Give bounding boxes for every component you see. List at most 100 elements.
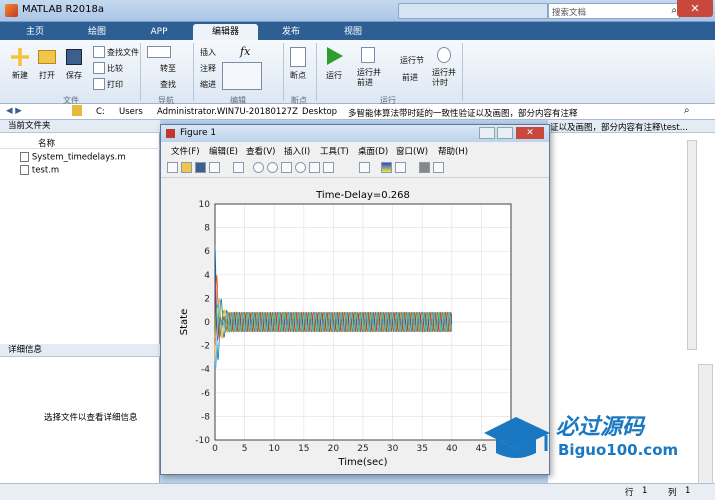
zoom-in-icon[interactable]	[253, 162, 264, 173]
rotate-icon[interactable]	[295, 162, 306, 173]
print-button[interactable]: 打印	[107, 79, 123, 90]
x-tick-label: 20	[328, 444, 340, 454]
graduation-cap-logo	[484, 417, 550, 458]
pointer-icon[interactable]	[233, 162, 244, 173]
list-item[interactable]: test.m	[20, 165, 59, 176]
run-advance-icon[interactable]	[361, 47, 375, 63]
save-icon[interactable]	[66, 49, 82, 65]
menu-help[interactable]: 帮助(H)	[438, 145, 468, 157]
status-bar: 行 1 列 1	[0, 483, 715, 500]
scrollbar[interactable]	[687, 140, 697, 350]
watermark-brand: 必过源码	[556, 415, 645, 440]
figure-maximize-button[interactable]	[497, 127, 513, 139]
data-cursor-icon[interactable]	[309, 162, 320, 173]
chart-title: Time-Delay=0.268	[315, 190, 410, 201]
run-section-button[interactable]: 运行节	[400, 55, 424, 66]
watermark-url: Biguo100.com	[558, 441, 679, 459]
editor-path-text: 证以及画图，部分内容有注释\test...	[550, 123, 688, 133]
find-files-button[interactable]: 查找文件	[107, 47, 139, 58]
main-titlebar: MATLAB R2018a 搜索文档 ⌕ ✕	[0, 0, 715, 22]
y-tick-label: 10	[199, 200, 211, 210]
menu-edit[interactable]: 编辑(E)	[209, 145, 238, 157]
menu-file[interactable]: 文件(F)	[171, 145, 200, 157]
legend-icon[interactable]	[395, 162, 406, 173]
insert-button[interactable]: 插入	[200, 47, 216, 58]
x-tick-label: 10	[268, 444, 280, 454]
run-time-button[interactable]: 运行并 计时	[432, 68, 456, 88]
indent-button[interactable]: 缩进	[200, 79, 216, 90]
new-figure-icon[interactable]	[167, 162, 178, 173]
fx-button[interactable]: fx	[240, 45, 250, 58]
find-button[interactable]: 查找	[160, 79, 176, 90]
compare-icon	[93, 62, 105, 74]
open-button[interactable]: 打开	[39, 70, 55, 81]
tab-editor[interactable]: 编辑器	[193, 24, 258, 40]
x-tick-label: 0	[212, 444, 218, 454]
x-tick-label: 30	[387, 444, 399, 454]
path-segment[interactable]: C:	[96, 107, 105, 117]
tab-plots[interactable]: 绘图	[68, 24, 126, 40]
column-name[interactable]: 名称	[38, 137, 55, 149]
find-files-icon	[93, 46, 105, 58]
save-button[interactable]: 保存	[66, 70, 82, 81]
nav-arrows-icon[interactable]: ◀ ▶	[6, 106, 22, 116]
y-tick-label: -4	[201, 365, 210, 375]
maximize-button[interactable]	[651, 0, 676, 17]
toolstrip-ribbon: 新建 打开 保存 查找文件 比较 打印 文件 转至 查找 导航 插入 注释 缩进…	[0, 40, 715, 105]
path-segment[interactable]: Users	[119, 107, 143, 117]
y-tick-label: -2	[201, 342, 210, 352]
file-name[interactable]: System_timedelays.m	[32, 153, 126, 163]
divider	[193, 43, 194, 101]
pan-icon[interactable]	[281, 162, 292, 173]
figure-toolbar	[161, 158, 549, 178]
new-button[interactable]: 新建	[12, 70, 28, 81]
menu-insert[interactable]: 插入(I)	[284, 145, 310, 157]
close-button[interactable]: ✕	[677, 0, 713, 17]
new-icon[interactable]	[11, 48, 29, 66]
colorbar-icon[interactable]	[381, 162, 392, 173]
file-name[interactable]: test.m	[32, 166, 59, 176]
x-tick-label: 15	[298, 444, 309, 454]
tab-publish[interactable]: 发布	[262, 24, 320, 40]
path-segment[interactable]: Desktop	[302, 107, 337, 117]
tab-home[interactable]: 主页	[6, 24, 64, 40]
advance-button[interactable]: 前进	[402, 72, 418, 83]
zoom-out-icon[interactable]	[267, 162, 278, 173]
row-value: 1	[642, 486, 648, 496]
open-file-icon[interactable]	[181, 162, 192, 173]
save-figure-icon[interactable]	[195, 162, 206, 173]
address-bar[interactable]: ◀ ▶ C: Users Administrator.WIN7U-2018012…	[0, 104, 715, 120]
search-path-icon[interactable]: ⌕	[684, 105, 690, 116]
figure-titlebar[interactable]: Figure 1 ✕	[161, 125, 549, 142]
column-header[interactable]: 名称	[0, 135, 160, 149]
tab-view[interactable]: 视图	[324, 24, 382, 40]
menu-desktop[interactable]: 桌面(D)	[358, 145, 388, 157]
menu-tools[interactable]: 工具(T)	[320, 145, 349, 157]
breakpoints-icon[interactable]	[290, 47, 306, 67]
list-item[interactable]: System_timedelays.m	[20, 152, 126, 163]
hide-tools-icon[interactable]	[419, 162, 430, 173]
figure-close-button[interactable]: ✕	[516, 127, 544, 139]
compare-button[interactable]: 比较	[107, 63, 123, 74]
run-icon[interactable]	[327, 47, 343, 65]
path-segment[interactable]: Administrator.WIN7U-20180127Z	[157, 107, 298, 117]
brush-icon[interactable]	[323, 162, 334, 173]
show-tools-icon[interactable]	[433, 162, 444, 173]
minimize-button[interactable]	[625, 0, 650, 17]
menu-view[interactable]: 查看(V)	[246, 145, 275, 157]
goto-button[interactable]: 转至	[160, 63, 176, 74]
print-figure-icon[interactable]	[209, 162, 220, 173]
link-plot-icon[interactable]	[359, 162, 370, 173]
open-icon[interactable]	[38, 50, 56, 64]
menu-window[interactable]: 窗口(W)	[396, 145, 428, 157]
run-time-icon[interactable]	[437, 47, 451, 63]
comment-button[interactable]: 注释	[200, 63, 216, 74]
back-forward-icon[interactable]	[147, 46, 171, 58]
path-segment[interactable]: 多智能体算法带时延的一致性验证以及画图，部分内容有注释	[348, 107, 578, 119]
tab-apps[interactable]: APP	[130, 24, 188, 40]
run-advance-button[interactable]: 运行并 前进	[357, 68, 381, 88]
figure-minimize-button[interactable]	[479, 127, 495, 139]
breakpoints-button[interactable]: 断点	[290, 70, 306, 81]
edit-tools-icon[interactable]	[222, 62, 262, 90]
run-button[interactable]: 运行	[326, 70, 342, 81]
